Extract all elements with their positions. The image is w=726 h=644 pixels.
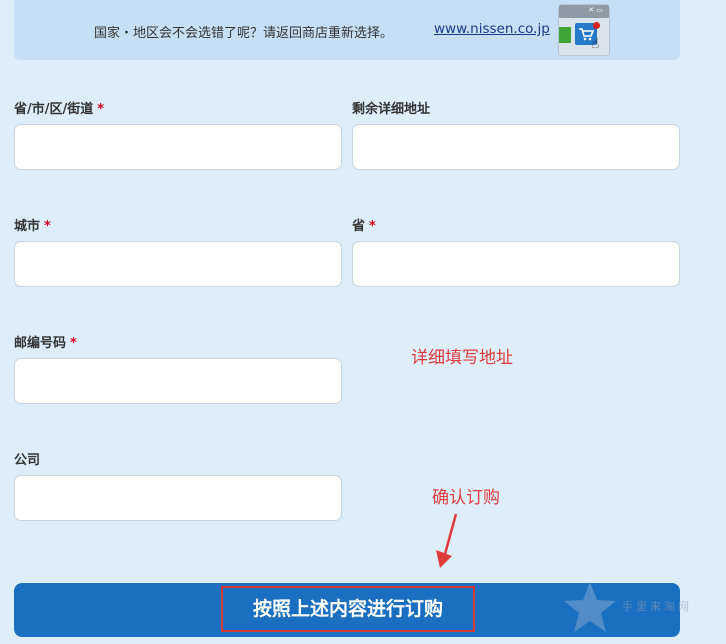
notice-text: 国家・地区会不会选错了呢？请返回商店重新选择。 xyxy=(94,26,394,41)
watermark-text: 手里来淘网 xyxy=(622,600,692,613)
store-link[interactable]: www.nissen.co.jp xyxy=(434,21,550,37)
required-mark: * xyxy=(97,102,105,117)
cart-icon: ✕ ▭ ☝ xyxy=(558,4,610,56)
province-label: 省 * xyxy=(352,215,376,234)
city-label-text: 城市 xyxy=(14,219,41,234)
fill-address-annotation: 详细填写地址 xyxy=(411,348,513,368)
address-line-label-text: 省/市/区/街道 xyxy=(14,102,94,117)
address-rest-input[interactable] xyxy=(352,124,680,170)
postal-code-input[interactable] xyxy=(14,358,342,404)
postal-code-label: 邮编号码 * xyxy=(14,332,77,351)
required-mark: * xyxy=(44,219,51,234)
province-input[interactable] xyxy=(352,241,680,287)
city-label: 城市 * xyxy=(14,215,51,234)
province-label-text: 省 xyxy=(352,219,366,234)
postal-code-label-text: 邮编号码 xyxy=(14,336,67,351)
watermark: 手里来淘网 xyxy=(560,580,720,636)
arrow-down-icon xyxy=(436,513,458,568)
submit-order-label[interactable]: 按照上述内容进行订购 xyxy=(221,586,475,632)
address-line-label: 省/市/区/街道 * xyxy=(14,98,104,117)
country-notice-banner: 国家・地区会不会选错了呢？请返回商店重新选择。 www.nissen.co.jp… xyxy=(14,0,680,60)
address-rest-label-text: 剩余详细地址 xyxy=(352,102,431,117)
company-label-text: 公司 xyxy=(14,453,41,468)
company-input[interactable] xyxy=(14,475,342,521)
star-icon xyxy=(564,582,616,632)
city-input[interactable] xyxy=(14,241,342,287)
confirm-annotation: 确认订购 xyxy=(432,488,500,508)
company-label: 公司 xyxy=(14,449,40,468)
required-mark: * xyxy=(369,219,376,234)
required-mark: * xyxy=(70,336,77,351)
address-rest-label: 剩余详细地址 xyxy=(352,98,430,117)
address-line-input[interactable] xyxy=(14,124,342,170)
